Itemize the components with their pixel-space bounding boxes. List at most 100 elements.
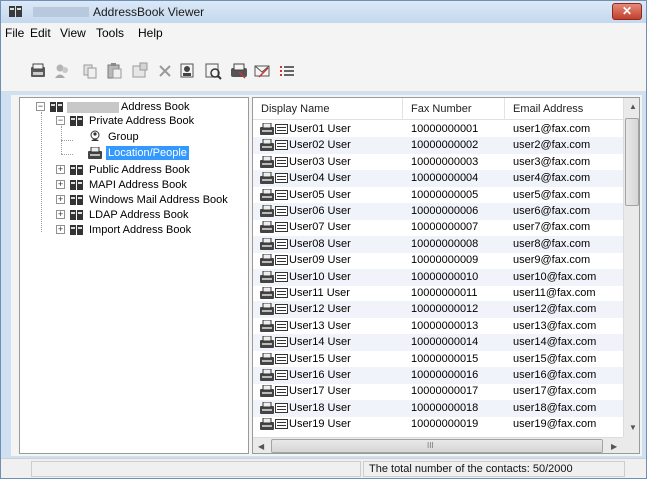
send-fax-icon[interactable] xyxy=(230,62,248,80)
tree-item-mapi[interactable]: + MAPI Address Book xyxy=(20,178,248,192)
new-group-icon[interactable] xyxy=(53,62,71,80)
cell-display-name: User12 User xyxy=(289,303,351,316)
close-button[interactable]: ✕ xyxy=(612,3,642,20)
email-icon xyxy=(275,419,288,430)
cell-display-name: User15 User xyxy=(289,352,351,365)
table-row[interactable]: User07 User 10000000007 user7@fax.com xyxy=(253,219,623,236)
table-row[interactable]: User13 User 10000000013 user13@fax.com xyxy=(253,318,623,335)
tree-item-windows-mail[interactable]: + Windows Mail Address Book xyxy=(20,193,248,207)
cell-display-name: User03 User xyxy=(289,155,351,168)
fax-machine-icon xyxy=(260,155,274,168)
tree-item-ldap[interactable]: + LDAP Address Book xyxy=(20,208,248,222)
find-fax-icon[interactable] xyxy=(204,62,222,80)
cell-display-name: User16 User xyxy=(289,369,351,381)
delete-icon[interactable] xyxy=(156,62,174,80)
scroll-up-arrow-icon[interactable]: ▲ xyxy=(629,102,637,111)
table-row[interactable]: User10 User 10000000010 user10@fax.com xyxy=(253,268,623,286)
address-book-tree[interactable]: − Address Book − Private Address Book Gr… xyxy=(19,97,249,454)
table-row[interactable]: User05 User 10000000005 user5@fax.com xyxy=(253,187,623,204)
cell-display-name: User11 User xyxy=(289,287,350,299)
email-icon xyxy=(275,402,288,413)
address-book-icon xyxy=(70,195,83,205)
tree-label-import: Import Address Book xyxy=(89,224,192,236)
cell-fax-number: 10000000019 xyxy=(411,418,479,431)
cell-email-address: user7@fax.com xyxy=(513,221,591,234)
column-header-email-address[interactable]: Email Address xyxy=(505,98,623,120)
table-row[interactable]: User11 User 10000000011 user11@fax.com xyxy=(253,285,623,302)
menu-help[interactable]: Help xyxy=(138,26,163,40)
contacts-list[interactable]: Display Name Fax Number Email Address Us… xyxy=(252,97,640,454)
menu-view[interactable]: View xyxy=(60,26,86,40)
expand-toggle[interactable]: + xyxy=(56,225,65,234)
properties-icon[interactable] xyxy=(131,62,149,80)
scroll-right-arrow-icon[interactable]: ▶ xyxy=(611,442,617,451)
table-row[interactable]: User08 User 10000000008 user8@fax.com xyxy=(253,235,623,253)
column-header-fax-number[interactable]: Fax Number xyxy=(403,98,505,120)
table-row[interactable]: User16 User 10000000016 user16@fax.com xyxy=(253,367,623,384)
fax-machine-icon xyxy=(260,401,274,414)
collapse-toggle[interactable]: − xyxy=(36,102,45,111)
expand-toggle[interactable]: + xyxy=(56,210,65,219)
contact-count-status: The total number of the contacts: 50/200… xyxy=(369,463,573,475)
cell-display-name: User13 User xyxy=(289,319,351,332)
vertical-scrollbar[interactable]: ▲ ▼ xyxy=(623,98,639,437)
horizontal-scroll-thumb[interactable]: III xyxy=(271,439,603,453)
scroll-left-arrow-icon[interactable]: ◀ xyxy=(258,442,264,451)
vertical-scroll-thumb[interactable] xyxy=(625,118,639,206)
new-contact-icon[interactable] xyxy=(29,62,47,80)
fax-machine-icon xyxy=(260,319,274,332)
table-row[interactable]: User14 User 10000000014 user14@fax.com xyxy=(253,334,623,352)
table-row[interactable]: User04 User 10000000004 user4@fax.com xyxy=(253,170,623,188)
address-book-icon xyxy=(70,225,83,235)
list-view-icon[interactable] xyxy=(278,62,296,80)
address-book-app-icon xyxy=(9,6,22,17)
table-row[interactable]: User09 User 10000000009 user9@fax.com xyxy=(253,252,623,269)
cell-fax-number: 10000000007 xyxy=(411,221,479,234)
tree-item-group[interactable]: Group xyxy=(20,130,248,144)
fax-machine-icon xyxy=(260,221,274,234)
tree-item-root[interactable]: − Address Book xyxy=(20,100,248,114)
email-icon xyxy=(275,320,288,331)
table-row[interactable]: User15 User 10000000015 user15@fax.com xyxy=(253,351,623,368)
cell-fax-number: 10000000005 xyxy=(411,188,479,201)
cell-fax-number: 10000000009 xyxy=(411,254,479,267)
table-row[interactable]: User18 User 10000000018 user18@fax.com xyxy=(253,399,623,417)
tree-label-mapi: MAPI Address Book xyxy=(89,179,187,191)
cell-fax-number: 10000000008 xyxy=(411,237,479,250)
horizontal-scrollbar[interactable]: ◀ III ▶ xyxy=(253,437,623,453)
title-redaction xyxy=(33,7,89,17)
cell-display-name: User02 User xyxy=(289,139,351,152)
status-bar: The total number of the contacts: 50/200… xyxy=(1,458,646,478)
expand-toggle[interactable]: + xyxy=(56,165,65,174)
send-email-icon[interactable] xyxy=(253,62,271,80)
column-header-display-name[interactable]: Display Name xyxy=(253,98,403,120)
collapse-toggle[interactable]: − xyxy=(56,116,65,125)
tree-item-private[interactable]: − Private Address Book xyxy=(20,114,248,128)
fax-machine-icon xyxy=(260,369,274,381)
menu-file[interactable]: File xyxy=(5,26,24,40)
expand-toggle[interactable]: + xyxy=(56,180,65,189)
menu-edit[interactable]: Edit xyxy=(30,26,51,40)
table-row[interactable]: User17 User 10000000017 user17@fax.com xyxy=(253,383,623,400)
cell-email-address: user5@fax.com xyxy=(513,188,591,201)
tree-item-location-people[interactable]: Location/People xyxy=(20,146,248,160)
find-people-icon[interactable] xyxy=(179,62,197,80)
root-redaction xyxy=(67,102,119,113)
table-row[interactable]: User01 User 10000000001 user1@fax.com xyxy=(253,121,623,138)
tree-item-import[interactable]: + Import Address Book xyxy=(20,223,248,237)
table-row[interactable]: User12 User 10000000012 user12@fax.com xyxy=(253,301,623,319)
expand-toggle[interactable]: + xyxy=(56,195,65,204)
email-icon xyxy=(275,206,288,216)
email-icon xyxy=(275,337,288,348)
tree-item-public[interactable]: + Public Address Book xyxy=(20,163,248,177)
cell-fax-number: 10000000013 xyxy=(411,319,479,332)
table-row[interactable]: User03 User 10000000003 user3@fax.com xyxy=(253,154,623,171)
cell-email-address: user19@fax.com xyxy=(513,418,597,431)
table-row[interactable]: User19 User 10000000019 user19@fax.com xyxy=(253,416,623,433)
paste-icon[interactable] xyxy=(105,62,123,80)
scroll-down-arrow-icon[interactable]: ▼ xyxy=(629,423,637,432)
table-row[interactable]: User02 User 10000000002 user2@fax.com xyxy=(253,137,623,155)
table-row[interactable]: User06 User 10000000006 user6@fax.com xyxy=(253,203,623,220)
menu-tools[interactable]: Tools xyxy=(96,26,124,40)
copy-icon[interactable] xyxy=(81,62,99,80)
